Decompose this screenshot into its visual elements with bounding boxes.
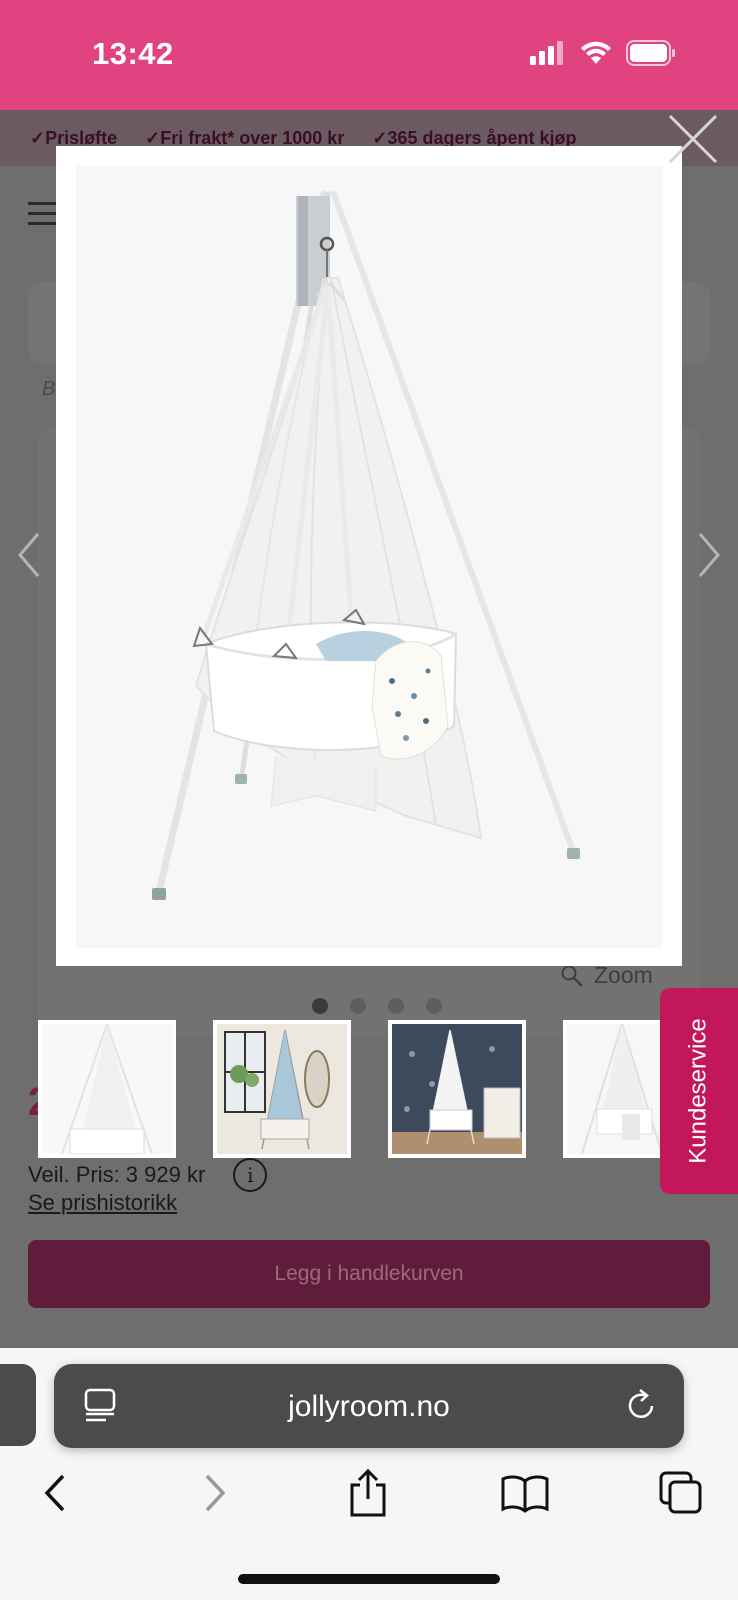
cradle-side-thumbnail-image bbox=[567, 1023, 669, 1155]
carousel-dot[interactable] bbox=[350, 998, 366, 1014]
back-button[interactable] bbox=[30, 1468, 80, 1518]
status-time: 13:42 bbox=[92, 36, 174, 71]
rrp-label: Veil. Pris: 3 929 kr bbox=[28, 1162, 206, 1187]
previous-image-button[interactable] bbox=[14, 530, 44, 580]
product-image[interactable] bbox=[76, 166, 662, 948]
status-icons bbox=[530, 40, 676, 66]
carousel-dot[interactable] bbox=[426, 998, 442, 1014]
magnifier-icon bbox=[561, 965, 583, 987]
cradle-dark-wall-thumbnail-image bbox=[392, 1024, 522, 1154]
bookmarks-button[interactable] bbox=[500, 1468, 550, 1518]
battery-icon bbox=[626, 40, 675, 66]
zoom-label: Zoom bbox=[594, 962, 653, 988]
address-bar[interactable]: jollyroom.no bbox=[54, 1364, 684, 1448]
chevron-right-icon bbox=[698, 533, 720, 577]
signal-icon bbox=[530, 41, 563, 65]
url-text: jollyroom.no bbox=[288, 1390, 450, 1423]
thumbnail[interactable] bbox=[563, 1020, 673, 1158]
thumbnail[interactable] bbox=[38, 1020, 176, 1158]
back-icon bbox=[44, 1474, 65, 1512]
add-to-cart-button[interactable]: Legg i handlekurven bbox=[28, 1240, 710, 1308]
home-indicator bbox=[238, 1574, 500, 1584]
previous-tab-preview[interactable] bbox=[0, 1364, 36, 1446]
cradle-thumbnail-image bbox=[42, 1023, 172, 1155]
hanging-cradle-illustration bbox=[76, 166, 662, 948]
carousel-dots bbox=[312, 998, 442, 1014]
browser-toolbar bbox=[0, 1468, 738, 1528]
share-icon bbox=[350, 1469, 386, 1517]
tabs-icon bbox=[659, 1471, 702, 1514]
carousel-dot[interactable] bbox=[388, 998, 404, 1014]
recommended-price: Veil. Pris: 3 929 kr i bbox=[28, 1158, 268, 1192]
share-button[interactable] bbox=[343, 1468, 393, 1518]
tabs-button[interactable] bbox=[656, 1468, 706, 1518]
cradle-room-thumbnail-image bbox=[217, 1024, 347, 1154]
reload-icon[interactable] bbox=[626, 1388, 658, 1424]
forward-icon bbox=[205, 1474, 226, 1512]
status-bar: 13:42 bbox=[0, 0, 738, 110]
carousel-dot[interactable] bbox=[312, 998, 328, 1014]
thumbnail[interactable] bbox=[388, 1020, 526, 1158]
forward-button[interactable] bbox=[190, 1468, 240, 1518]
customer-service-tab[interactable]: Kundeservice bbox=[660, 988, 738, 1194]
price-history-link[interactable]: Se prishistorikk bbox=[28, 1190, 177, 1216]
close-modal-button[interactable] bbox=[668, 114, 718, 164]
thumbnail[interactable] bbox=[213, 1020, 351, 1158]
info-icon[interactable]: i bbox=[233, 1158, 268, 1192]
chevron-left-icon bbox=[18, 533, 40, 577]
wifi-icon bbox=[581, 41, 611, 64]
customer-service-label: Kundeservice bbox=[685, 1018, 713, 1164]
menu-icon[interactable] bbox=[28, 202, 58, 226]
zoom-button[interactable]: Zoom bbox=[560, 962, 653, 989]
close-icon bbox=[668, 114, 718, 164]
bookmarks-icon bbox=[501, 1475, 549, 1513]
image-modal bbox=[56, 146, 682, 966]
next-image-button[interactable] bbox=[694, 530, 724, 580]
breadcrumb[interactable]: B bbox=[42, 378, 55, 401]
